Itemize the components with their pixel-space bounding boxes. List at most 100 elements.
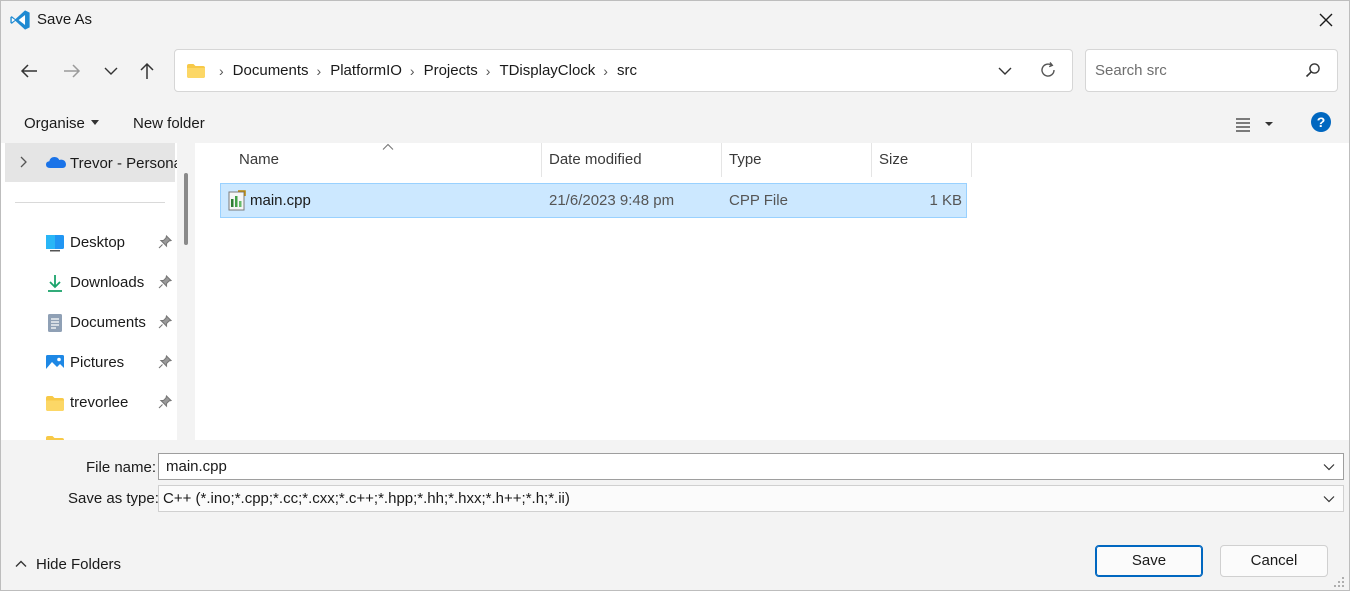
recent-locations-button[interactable] (97, 57, 125, 85)
file-list: Name Date modified Type Size main.cpp 21… (197, 143, 1349, 440)
save-as-dialog: Save As › Documents › PlatformIO › Proje… (0, 0, 1350, 591)
column-header-label: Type (729, 151, 762, 168)
sidebar-item-onedrive[interactable]: Trevor - Persona (5, 143, 182, 182)
save-as-type-label: Save as type: (68, 490, 159, 507)
save-as-type-value: C++ (*.ino;*.cpp;*.cc;*.cxx;*.c++;*.hpp;… (163, 490, 570, 507)
organise-label: Organise (24, 115, 85, 132)
file-row[interactable]: main.cpp 21/6/2023 9:48 pm CPP File 1 KB (220, 183, 967, 218)
file-type: CPP File (729, 192, 788, 209)
cancel-button[interactable]: Cancel (1220, 545, 1328, 577)
back-arrow-icon (20, 64, 37, 78)
file-name-input[interactable] (159, 454, 1319, 479)
sidebar-item-label: Trevor - Persona (70, 155, 182, 172)
chevron-down-icon (1323, 496, 1335, 503)
search-input[interactable] (1087, 51, 1287, 90)
sidebar-item-label: Pictures (70, 354, 125, 371)
breadcrumb: › Documents › PlatformIO › Projects › TD… (211, 50, 637, 91)
sidebar-item-label: Downloads (70, 274, 145, 291)
breadcrumb-separator: › (219, 62, 224, 79)
chevron-right-icon[interactable] (19, 156, 29, 168)
file-name-label: File name: (86, 459, 157, 476)
column-header-label: Name (239, 151, 280, 168)
column-header-size[interactable]: Size (871, 143, 972, 177)
scrollbar-thumb[interactable] (184, 173, 188, 245)
breadcrumb-separator: › (409, 62, 415, 79)
change-view-button[interactable] (1233, 113, 1279, 135)
window-title: Save As (37, 11, 93, 28)
up-button[interactable] (133, 57, 161, 85)
save-as-type-select[interactable]: C++ (*.ino;*.cpp;*.cc;*.cxx;*.c++;*.hpp;… (158, 485, 1344, 512)
save-form: File name: Save as type: C++ (*.ino;*.cp… (1, 440, 1349, 590)
downloads-icon (48, 275, 62, 292)
breadcrumb-separator: › (316, 62, 322, 79)
pin-icon[interactable] (158, 355, 172, 369)
back-button[interactable] (15, 57, 43, 85)
chevron-down-icon[interactable] (998, 62, 1012, 80)
new-folder-label: New folder (133, 115, 205, 132)
sidebar-item-partial[interactable] (1, 426, 177, 440)
sidebar-scrollbar[interactable] (177, 143, 195, 440)
cpp-file-icon (228, 190, 246, 211)
search-icon[interactable] (1305, 62, 1321, 78)
address-bar[interactable]: › Documents › PlatformIO › Projects › TD… (174, 49, 1073, 92)
forward-arrow-icon (64, 64, 81, 78)
breadcrumb-separator: › (485, 62, 491, 79)
chevron-down-icon (104, 67, 118, 75)
pin-icon[interactable] (158, 315, 172, 329)
resize-grip-icon[interactable] (1333, 576, 1345, 588)
onedrive-cloud-icon (46, 157, 66, 168)
breadcrumb-tdisplayclock[interactable]: TDisplayClock (499, 62, 595, 79)
navigation-pane: Trevor - Persona Desktop Downloads Docum… (1, 143, 195, 440)
sidebar-item-documents[interactable]: Documents (1, 306, 177, 340)
sidebar-item-label: Desktop (70, 234, 126, 251)
search-box (1085, 49, 1338, 92)
breadcrumb-documents[interactable]: Documents (233, 62, 309, 79)
desktop-icon (46, 235, 64, 252)
divider (15, 202, 165, 203)
chevron-up-icon (15, 560, 27, 567)
up-arrow-icon (140, 62, 154, 79)
sidebar-item-pictures[interactable]: Pictures (1, 346, 177, 380)
organise-menu[interactable]: Organise (24, 115, 99, 132)
pin-icon[interactable] (158, 235, 172, 249)
file-size: 1 KB (929, 192, 962, 209)
folder-icon (187, 64, 205, 78)
new-folder-button[interactable]: New folder (133, 115, 205, 132)
help-icon[interactable]: ? (1310, 111, 1332, 133)
save-button[interactable]: Save (1095, 545, 1203, 577)
hide-folders-label: Hide Folders (36, 556, 122, 573)
sidebar-item-desktop[interactable]: Desktop (1, 226, 177, 260)
caret-down-icon (90, 119, 99, 125)
sidebar-item-downloads[interactable]: Downloads (1, 266, 177, 300)
file-date: 21/6/2023 9:48 pm (549, 192, 675, 209)
close-icon (1319, 13, 1333, 27)
forward-button[interactable] (58, 57, 86, 85)
documents-icon (48, 314, 62, 332)
command-bar: Organise New folder (1, 103, 1349, 143)
sidebar-item-label: Documents (70, 314, 146, 331)
pin-icon[interactable] (158, 395, 172, 409)
sidebar-item-label: trevorlee (70, 394, 129, 411)
sidebar-item-trevorlee[interactable]: trevorlee (1, 386, 177, 420)
close-button[interactable] (1303, 1, 1349, 39)
chevron-down-icon[interactable] (1323, 463, 1335, 471)
breadcrumb-projects[interactable]: Projects (424, 62, 478, 79)
file-name: main.cpp (250, 192, 311, 209)
file-name-combobox (158, 453, 1344, 480)
sort-ascending-icon (382, 143, 394, 150)
breadcrumb-separator: › (603, 62, 608, 79)
column-header-date-modified[interactable]: Date modified (541, 143, 722, 177)
pictures-icon (46, 355, 64, 371)
title-bar: Save As (1, 1, 1349, 39)
breadcrumb-src[interactable]: src (617, 62, 637, 79)
pin-icon[interactable] (158, 275, 172, 289)
svg-text:?: ? (1317, 114, 1326, 130)
vscode-icon (10, 10, 30, 30)
list-view-icon (1236, 118, 1273, 132)
refresh-icon[interactable] (1038, 60, 1058, 80)
folder-icon (46, 396, 64, 411)
column-header-label: Size (879, 151, 909, 168)
address-row: › Documents › PlatformIO › Projects › TD… (1, 39, 1349, 103)
breadcrumb-platformio[interactable]: PlatformIO (330, 62, 402, 79)
column-header-type[interactable]: Type (721, 143, 872, 177)
